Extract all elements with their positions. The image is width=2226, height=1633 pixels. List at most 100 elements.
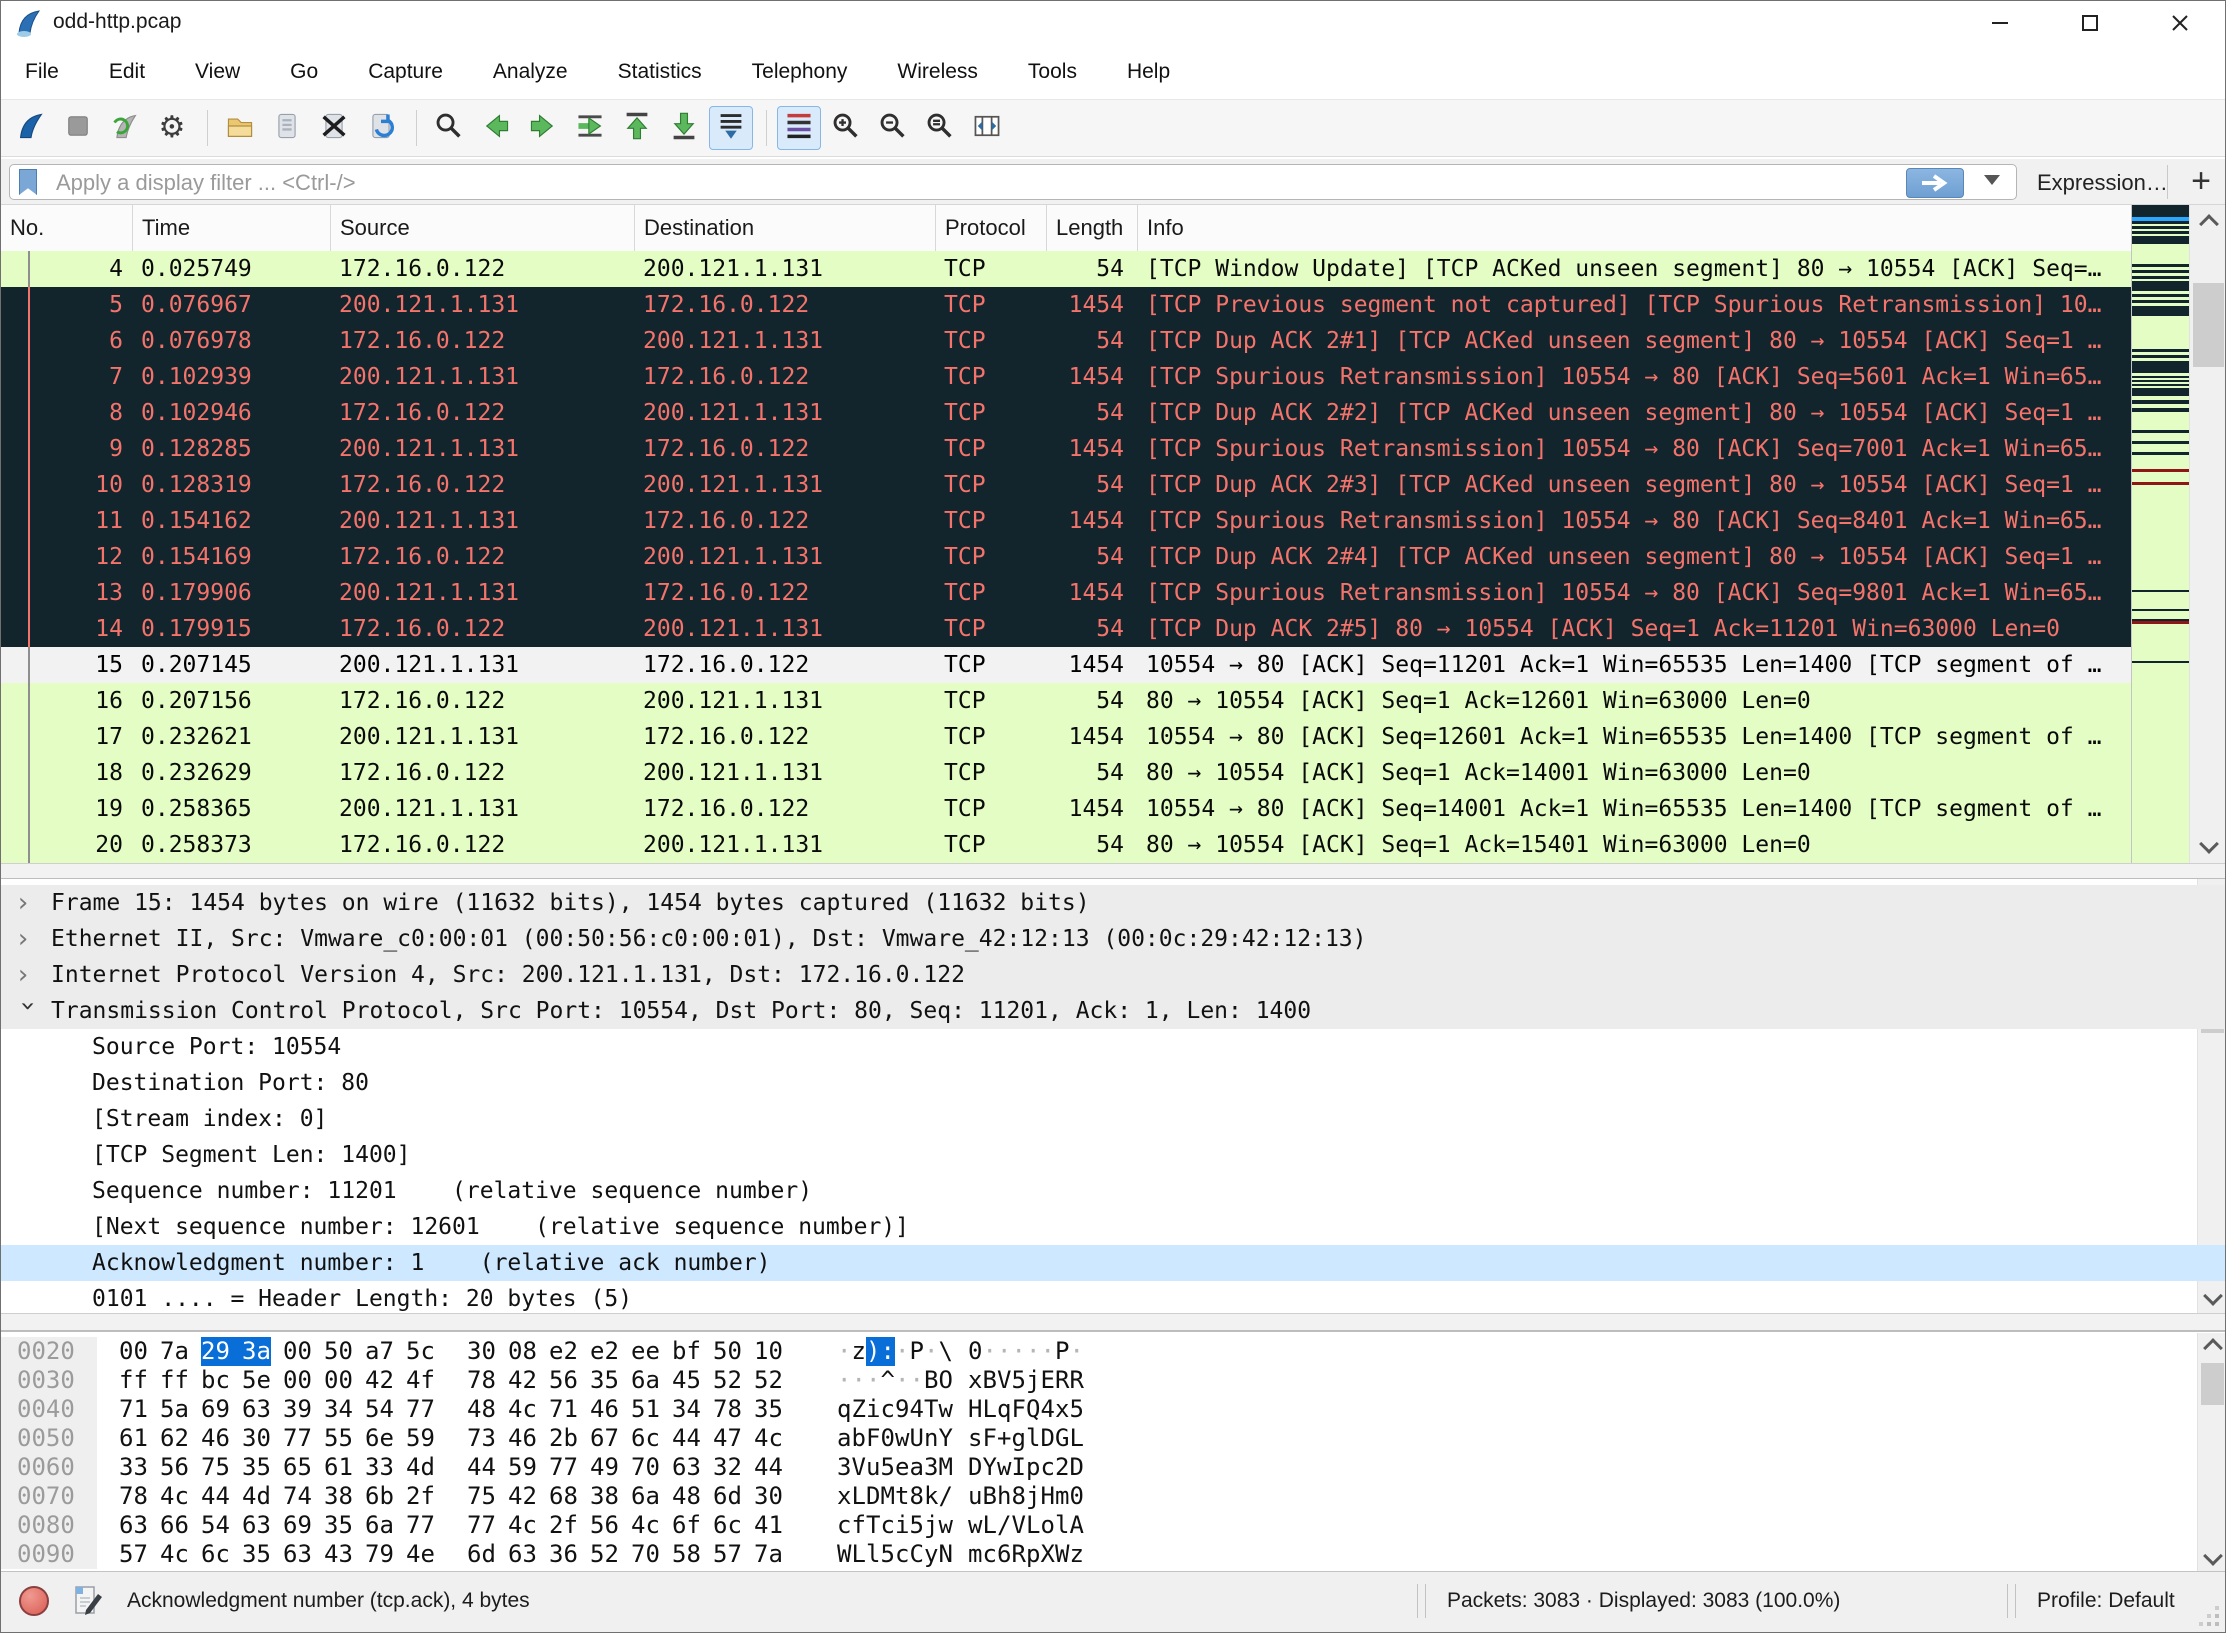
column-header-length[interactable]: Length — [1047, 205, 1138, 251]
packet-row-15[interactable]: 150.207145200.121.1.131172.16.0.122TCP14… — [1, 647, 2131, 683]
hex-row-0090[interactable]: 0090574c6c356343794e6d6336527058577aWLl5… — [1, 1540, 2226, 1569]
menu-edit[interactable]: Edit — [91, 52, 163, 92]
minimap-stripe — [2132, 624, 2189, 661]
go-last-button[interactable] — [662, 106, 706, 150]
detail-row[interactable]: ›Internet Protocol Version 4, Src: 200.1… — [1, 957, 2226, 993]
menu-help[interactable]: Help — [1109, 52, 1188, 92]
packet-row-10[interactable]: 100.128319172.16.0.122200.121.1.131TCP54… — [1, 467, 2131, 503]
hex-bytes: 007a293a0050a75c3008e2e2eebf5010 — [119, 1337, 783, 1366]
maximize-button[interactable] — [2045, 1, 2135, 45]
colorize-button[interactable] — [777, 106, 821, 150]
open-file-button[interactable] — [218, 106, 262, 150]
expert-info-icon[interactable] — [19, 1586, 49, 1616]
collapse-twisty-icon[interactable]: › — [10, 998, 46, 1024]
packet-row-19[interactable]: 190.258365200.121.1.131172.16.0.122TCP14… — [1, 791, 2131, 827]
menu-wireless[interactable]: Wireless — [879, 52, 996, 92]
detail-row[interactable]: [Stream index: 0] — [1, 1101, 2226, 1137]
menu-tools[interactable]: Tools — [1010, 52, 1095, 92]
menu-analyze[interactable]: Analyze — [475, 52, 586, 92]
resize-grip[interactable] — [2215, 1622, 2219, 1626]
auto-scroll-button[interactable] — [709, 106, 753, 150]
menu-file[interactable]: File — [7, 52, 77, 92]
packet-row-20[interactable]: 200.258373172.16.0.122200.121.1.131TCP54… — [1, 827, 2131, 863]
column-header-destination[interactable]: Destination — [635, 205, 936, 251]
hex-row-0040[interactable]: 0040715a696339345477484c714651347835qZic… — [1, 1395, 2226, 1424]
go-to-packet-button[interactable] — [568, 106, 612, 150]
display-filter-field[interactable] — [9, 164, 2017, 200]
close-button[interactable] — [2135, 1, 2225, 45]
packet-row-4[interactable]: 40.025749172.16.0.122200.121.1.131TCP54[… — [1, 251, 2131, 287]
packet-row-5[interactable]: 50.076967200.121.1.131172.16.0.122TCP145… — [1, 287, 2131, 323]
packet-row-13[interactable]: 130.179906200.121.1.131172.16.0.122TCP14… — [1, 575, 2131, 611]
display-filter-input[interactable] — [54, 166, 1898, 200]
splitter-list-details[interactable] — [1, 863, 2225, 879]
menu-view[interactable]: View — [177, 52, 258, 92]
detail-row[interactable]: Acknowledgment number: 1 (relative ack n… — [1, 1245, 2226, 1281]
stop-capture-button[interactable] — [56, 106, 100, 150]
detail-row[interactable]: 0101 .... = Header Length: 20 bytes (5) — [1, 1281, 2226, 1317]
save-file-button[interactable] — [265, 106, 309, 150]
go-back-button[interactable] — [474, 106, 518, 150]
hex-row-0020[interactable]: 0020007a293a0050a75c3008e2e2eebf5010·z):… — [1, 1337, 2226, 1366]
detail-row[interactable]: ›Ethernet II, Src: Vmware_c0:00:01 (00:5… — [1, 921, 2226, 957]
column-header-no[interactable]: No. — [1, 205, 133, 251]
column-header-time[interactable]: Time — [133, 205, 331, 251]
menu-go[interactable]: Go — [272, 52, 336, 92]
detail-row[interactable]: ›Frame 15: 1454 bytes on wire (11632 bit… — [1, 885, 2226, 921]
packet-row-16[interactable]: 160.207156172.16.0.122200.121.1.131TCP54… — [1, 683, 2131, 719]
expand-twisty-icon[interactable]: › — [15, 957, 41, 993]
packet-row-11[interactable]: 110.154162200.121.1.131172.16.0.122TCP14… — [1, 503, 2131, 539]
packet-row-8[interactable]: 80.102946172.16.0.122200.121.1.131TCP54[… — [1, 395, 2131, 431]
apply-filter-button[interactable] — [1906, 168, 1964, 198]
hex-offset: 0090 — [1, 1540, 97, 1569]
detail-row[interactable]: ›Transmission Control Protocol, Src Port… — [1, 993, 2226, 1029]
expression-button[interactable]: Expression… — [2037, 170, 2168, 196]
start-capture-button[interactable] — [9, 106, 53, 150]
packet-row-14[interactable]: 140.179915172.16.0.122200.121.1.131TCP54… — [1, 611, 2131, 647]
go-forward-button[interactable] — [521, 106, 565, 150]
packet-row-9[interactable]: 90.128285200.121.1.131172.16.0.122TCP145… — [1, 431, 2131, 467]
go-first-button[interactable] — [615, 106, 659, 150]
packet-row-6[interactable]: 60.076978172.16.0.122200.121.1.131TCP54[… — [1, 323, 2131, 359]
zoom-in-button[interactable] — [824, 106, 868, 150]
profile-button[interactable]: Profile: Default — [2037, 1589, 2175, 1613]
minimize-button[interactable] — [1955, 1, 2045, 45]
find-packet-button[interactable] — [427, 106, 471, 150]
menu-capture[interactable]: Capture — [350, 52, 461, 92]
packet-row-7[interactable]: 70.102939200.121.1.131172.16.0.122TCP145… — [1, 359, 2131, 395]
zoom-reset-button[interactable] — [918, 106, 962, 150]
filter-bookmark-icon[interactable] — [19, 169, 37, 195]
zoom-out-button[interactable] — [871, 106, 915, 150]
detail-row[interactable]: [Next sequence number: 12601 (relative s… — [1, 1209, 2226, 1245]
capture-options-button[interactable]: ⚙ — [150, 106, 194, 150]
expand-twisty-icon[interactable]: › — [15, 885, 41, 921]
splitter-details-hex[interactable] — [1, 1313, 2225, 1331]
restart-capture-button[interactable] — [103, 106, 147, 150]
detail-row[interactable]: [TCP Segment Len: 1400] — [1, 1137, 2226, 1173]
filter-dropdown-caret[interactable] — [1984, 175, 2000, 185]
resize-columns-button[interactable] — [965, 106, 1009, 150]
capture-comment-icon[interactable] — [71, 1584, 105, 1618]
hex-row-0050[interactable]: 00506162463077556e5973462b676c44474cabF0… — [1, 1424, 2226, 1453]
menu-telephony[interactable]: Telephony — [734, 52, 866, 92]
hex-row-0060[interactable]: 0060335675356561334d44597749706332443Vu5… — [1, 1453, 2226, 1482]
packet-list-scrollbar[interactable] — [2189, 205, 2226, 863]
column-header-protocol[interactable]: Protocol — [936, 205, 1047, 251]
detail-row[interactable]: Sequence number: 11201 (relative sequenc… — [1, 1173, 2226, 1209]
intelligent-scrollbar-minimap[interactable] — [2131, 205, 2189, 863]
close-file-button[interactable] — [312, 106, 356, 150]
packet-row-12[interactable]: 120.154169172.16.0.122200.121.1.131TCP54… — [1, 539, 2131, 575]
packet-row-17[interactable]: 170.232621200.121.1.131172.16.0.122TCP14… — [1, 719, 2131, 755]
reload-file-button[interactable] — [359, 106, 403, 150]
detail-row[interactable]: Source Port: 10554 — [1, 1029, 2226, 1065]
hex-row-0070[interactable]: 0070784c444d74386b2f754268386a486d30xLDM… — [1, 1482, 2226, 1511]
hex-row-0080[interactable]: 00806366546369356a77774c2f564c6f6c41cfTc… — [1, 1511, 2226, 1540]
column-header-source[interactable]: Source — [331, 205, 635, 251]
expand-twisty-icon[interactable]: › — [15, 921, 41, 957]
add-filter-button[interactable]: + — [2181, 161, 2221, 201]
menu-statistics[interactable]: Statistics — [600, 52, 720, 92]
column-header-info[interactable]: Info — [1138, 205, 2131, 251]
detail-row[interactable]: Destination Port: 80 — [1, 1065, 2226, 1101]
packet-row-18[interactable]: 180.232629172.16.0.122200.121.1.131TCP54… — [1, 755, 2131, 791]
hex-row-0030[interactable]: 0030ffffbc5e0000424f784256356a455252···^… — [1, 1366, 2226, 1395]
